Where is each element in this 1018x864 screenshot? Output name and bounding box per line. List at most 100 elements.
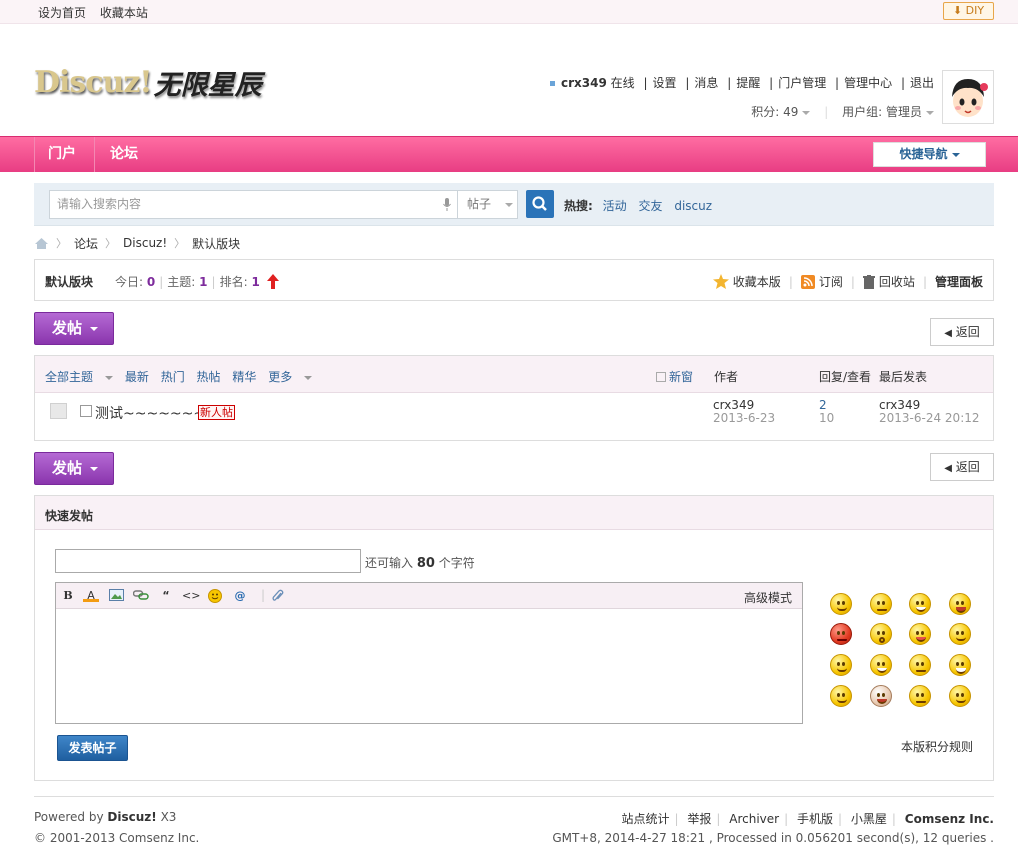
top-bar: 设为首页 收藏本站 ⬇ DIY bbox=[0, 0, 1018, 24]
code-icon[interactable]: <> bbox=[182, 589, 200, 603]
image-icon[interactable] bbox=[108, 589, 124, 603]
last-post-time[interactable]: 2013-6-24 20:12 bbox=[879, 412, 980, 425]
chevron-down-icon bbox=[926, 110, 934, 115]
messages-link[interactable]: 消息 bbox=[694, 76, 718, 90]
quote-icon[interactable]: “ bbox=[158, 589, 174, 603]
footer-link-mobile[interactable]: 手机版 bbox=[797, 812, 833, 826]
diy-button[interactable]: ⬇ DIY bbox=[943, 2, 994, 20]
at-mention-icon[interactable]: @ bbox=[232, 589, 248, 603]
smiley-sleepy-icon[interactable] bbox=[949, 685, 971, 707]
thread-title[interactable]: 测试~~~~~~~ bbox=[95, 403, 205, 423]
breadcrumb-forum[interactable]: 论坛 bbox=[74, 235, 98, 252]
search-button[interactable] bbox=[526, 190, 554, 218]
settings-link[interactable]: 设置 bbox=[653, 76, 677, 90]
hot-keyword[interactable]: 交友 bbox=[638, 199, 662, 213]
smiley-icon[interactable] bbox=[207, 589, 223, 603]
search-input[interactable]: 请输入搜索内容 bbox=[49, 190, 458, 219]
microphone-icon[interactable] bbox=[443, 198, 451, 211]
filter-popular[interactable]: 热门 bbox=[161, 370, 185, 384]
footer-link-report[interactable]: 举报 bbox=[687, 812, 711, 826]
breadcrumb-discuz[interactable]: Discuz! bbox=[123, 236, 167, 250]
thread-checkbox[interactable] bbox=[80, 405, 92, 417]
remain-suffix: 个字符 bbox=[438, 556, 475, 570]
smiley-naughty-icon[interactable] bbox=[830, 654, 852, 676]
smiley-shy-icon[interactable] bbox=[949, 623, 971, 645]
editor-toolbar: B A “ <> @ | 高级模式 bbox=[56, 583, 802, 609]
smiley-angry-icon[interactable] bbox=[830, 623, 852, 645]
discuz-link[interactable]: Discuz! bbox=[107, 810, 156, 824]
username-link[interactable]: crx349 bbox=[561, 76, 607, 90]
forum-stats: 今日: 0 | 主题: 1 | 排名: 1 bbox=[115, 273, 279, 290]
nav-item-portal[interactable]: 门户 bbox=[48, 137, 76, 172]
footer-divider bbox=[34, 796, 994, 797]
submit-post-button[interactable]: 发表帖子 bbox=[57, 735, 128, 761]
footer-company-link[interactable]: Comsenz Inc. bbox=[905, 812, 994, 826]
site-logo[interactable]: Discuz! 无限星辰 bbox=[34, 54, 262, 110]
usergroup-dropdown[interactable]: 用户组: 管理员 bbox=[842, 105, 934, 119]
bold-icon[interactable]: B bbox=[60, 589, 76, 603]
filter-more[interactable]: 更多 bbox=[268, 370, 292, 384]
avatar[interactable] bbox=[942, 70, 994, 124]
smiley-cry-icon[interactable] bbox=[949, 593, 971, 615]
hot-keyword[interactable]: discuz bbox=[674, 199, 712, 213]
font-color-icon[interactable]: A bbox=[83, 589, 99, 602]
message-editor[interactable]: B A “ <> @ | 高级模式 bbox=[55, 582, 803, 724]
home-icon[interactable] bbox=[34, 237, 49, 250]
portal-admin-link[interactable]: 门户管理 bbox=[778, 76, 826, 90]
smiley-mad-icon[interactable] bbox=[909, 685, 931, 707]
smiley-giggle-icon[interactable] bbox=[870, 654, 892, 676]
logout-link[interactable]: 退出 bbox=[910, 76, 934, 90]
post-title-input[interactable] bbox=[55, 549, 361, 573]
hot-keyword[interactable]: 活动 bbox=[603, 199, 627, 213]
smiley-laugh-icon[interactable] bbox=[949, 654, 971, 676]
smiley-tongue-icon[interactable] bbox=[909, 623, 931, 645]
back-button[interactable]: ◀ 返回 bbox=[930, 318, 994, 346]
credits-dropdown[interactable]: 积分: 49 bbox=[751, 105, 811, 119]
new-window-toggle[interactable]: 新窗 bbox=[656, 368, 693, 385]
manage-panel-link[interactable]: 管理面板 bbox=[935, 273, 983, 290]
search-placeholder: 请输入搜索内容 bbox=[57, 197, 142, 211]
filter-hot[interactable]: 热帖 bbox=[197, 370, 221, 384]
post-button[interactable]: 发帖 bbox=[34, 452, 114, 485]
notifications-link[interactable]: 提醒 bbox=[736, 76, 760, 90]
smiley-shock-icon[interactable] bbox=[870, 623, 892, 645]
footer-link-stats[interactable]: 站点统计 bbox=[621, 812, 669, 826]
smiley-scared-icon[interactable] bbox=[870, 685, 892, 707]
thread-folder-icon[interactable] bbox=[50, 403, 67, 419]
quick-nav-button[interactable]: 快捷导航 bbox=[873, 142, 986, 167]
diy-label: DIY bbox=[965, 4, 985, 17]
smiley-smile-icon[interactable] bbox=[830, 593, 852, 615]
smiley-frown-icon[interactable] bbox=[909, 654, 931, 676]
forum-name[interactable]: 默认版块 bbox=[45, 273, 93, 290]
post-button[interactable]: 发帖 bbox=[34, 312, 114, 345]
favorite-forum-link[interactable]: 收藏本版 bbox=[733, 273, 781, 290]
footer-link-archiver[interactable]: Archiver bbox=[729, 812, 779, 826]
version-link[interactable]: X3 bbox=[161, 810, 177, 824]
chevron-down-icon bbox=[304, 375, 313, 380]
admin-center-link[interactable]: 管理中心 bbox=[844, 76, 892, 90]
search-type-select[interactable]: 帖子 bbox=[458, 190, 518, 219]
recycle-bin-link[interactable]: 回收站 bbox=[879, 273, 915, 290]
set-home-link[interactable]: 设为首页 bbox=[38, 6, 86, 20]
smiley-sad-icon[interactable] bbox=[870, 593, 892, 615]
bookmark-link[interactable]: 收藏本站 bbox=[100, 6, 148, 20]
advanced-mode-link[interactable]: 高级模式 bbox=[744, 589, 792, 606]
back-button[interactable]: ◀ 返回 bbox=[930, 453, 994, 481]
filter-latest[interactable]: 最新 bbox=[125, 370, 149, 384]
filter-all[interactable]: 全部主题 bbox=[45, 370, 93, 384]
smiley-happy-icon[interactable] bbox=[830, 685, 852, 707]
attachment-icon[interactable] bbox=[270, 589, 286, 603]
search-icon bbox=[532, 196, 547, 211]
credit-rules-link[interactable]: 本版积分规则 bbox=[901, 738, 973, 755]
subscribe-link[interactable]: 订阅 bbox=[819, 273, 843, 290]
breadcrumb-current[interactable]: 默认版块 bbox=[192, 235, 240, 252]
trash-icon bbox=[862, 274, 875, 289]
usergroup-label: 用户组: 管理员 bbox=[842, 105, 922, 119]
search-type-label: 帖子 bbox=[467, 197, 492, 211]
nav-item-forum[interactable]: 论坛 bbox=[110, 137, 138, 172]
newbie-tag: 新人帖 bbox=[198, 405, 235, 420]
footer-link-blacklist[interactable]: 小黑屋 bbox=[851, 812, 887, 826]
smiley-grin-icon[interactable] bbox=[909, 593, 931, 615]
filter-digest[interactable]: 精华 bbox=[232, 370, 256, 384]
link-icon[interactable] bbox=[132, 589, 149, 603]
